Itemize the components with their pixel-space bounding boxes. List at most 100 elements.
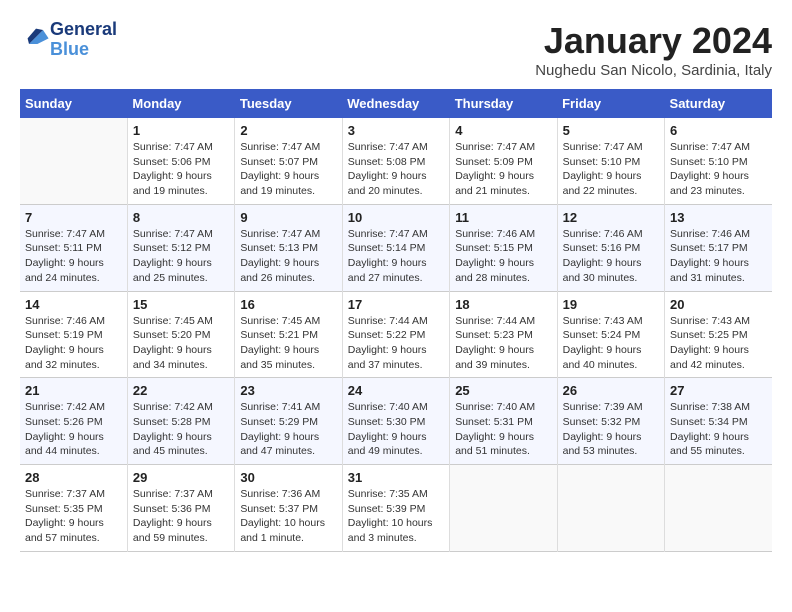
day-info: Sunrise: 7:47 AM Sunset: 5:10 PM Dayligh… <box>670 140 767 199</box>
day-number: 5 <box>563 123 659 138</box>
day-number: 18 <box>455 297 551 312</box>
day-info: Sunrise: 7:45 AM Sunset: 5:20 PM Dayligh… <box>133 314 229 373</box>
calendar-cell: 11 Sunrise: 7:46 AM Sunset: 5:15 PM Dayli… <box>450 204 557 291</box>
calendar-cell: 28 Sunrise: 7:37 AM Sunset: 5:35 PM Dayli… <box>20 465 127 552</box>
calendar-cell: 13 Sunrise: 7:46 AM Sunset: 5:17 PM Dayli… <box>665 204 772 291</box>
calendar-week-row: 1 Sunrise: 7:47 AM Sunset: 5:06 PM Daylig… <box>20 118 772 204</box>
logo: General Blue <box>20 20 117 60</box>
day-number: 2 <box>240 123 336 138</box>
day-info: Sunrise: 7:43 AM Sunset: 5:24 PM Dayligh… <box>563 314 659 373</box>
calendar-header-row: SundayMondayTuesdayWednesdayThursdayFrid… <box>20 89 772 118</box>
day-number: 9 <box>240 210 336 225</box>
day-info: Sunrise: 7:46 AM Sunset: 5:17 PM Dayligh… <box>670 227 767 286</box>
day-number: 27 <box>670 383 767 398</box>
day-info: Sunrise: 7:47 AM Sunset: 5:08 PM Dayligh… <box>348 140 444 199</box>
calendar-cell: 4 Sunrise: 7:47 AM Sunset: 5:09 PM Daylig… <box>450 118 557 204</box>
calendar-cell: 8Sunrise: 7:47 AM Sunset: 5:12 PM Daylig… <box>127 204 234 291</box>
day-number: 19 <box>563 297 659 312</box>
day-number: 22 <box>133 383 229 398</box>
calendar-cell: 30Sunrise: 7:36 AM Sunset: 5:37 PM Dayli… <box>235 465 342 552</box>
calendar-cell: 25 Sunrise: 7:40 AM Sunset: 5:31 PM Dayli… <box>450 378 557 465</box>
calendar-cell: 2 Sunrise: 7:47 AM Sunset: 5:07 PM Daylig… <box>235 118 342 204</box>
calendar-cell: 16Sunrise: 7:45 AM Sunset: 5:21 PM Dayli… <box>235 291 342 378</box>
day-info: Sunrise: 7:46 AM Sunset: 5:19 PM Dayligh… <box>25 314 122 373</box>
day-info: Sunrise: 7:40 AM Sunset: 5:30 PM Dayligh… <box>348 400 444 459</box>
calendar-week-row: 28 Sunrise: 7:37 AM Sunset: 5:35 PM Dayli… <box>20 465 772 552</box>
day-info: Sunrise: 7:42 AM Sunset: 5:28 PM Dayligh… <box>133 400 229 459</box>
day-number: 23 <box>240 383 336 398</box>
page-header: General Blue January 2024 Nughedu San Ni… <box>20 20 772 79</box>
day-info: Sunrise: 7:44 AM Sunset: 5:22 PM Dayligh… <box>348 314 444 373</box>
day-number: 31 <box>348 470 444 485</box>
day-number: 29 <box>133 470 229 485</box>
calendar-cell: 5 Sunrise: 7:47 AM Sunset: 5:10 PM Daylig… <box>557 118 664 204</box>
calendar-cell: 6 Sunrise: 7:47 AM Sunset: 5:10 PM Daylig… <box>665 118 772 204</box>
calendar-cell: 23 Sunrise: 7:41 AM Sunset: 5:29 PM Dayli… <box>235 378 342 465</box>
day-info: Sunrise: 7:46 AM Sunset: 5:16 PM Dayligh… <box>563 227 659 286</box>
logo-line1: General <box>50 20 117 40</box>
day-info: Sunrise: 7:47 AM Sunset: 5:07 PM Dayligh… <box>240 140 336 199</box>
day-info: Sunrise: 7:47 AM Sunset: 5:14 PM Dayligh… <box>348 227 444 286</box>
day-number: 3 <box>348 123 444 138</box>
day-info: Sunrise: 7:47 AM Sunset: 5:09 PM Dayligh… <box>455 140 551 199</box>
calendar-cell: 17 Sunrise: 7:44 AM Sunset: 5:22 PM Dayli… <box>342 291 449 378</box>
day-number: 7 <box>25 210 122 225</box>
day-info: Sunrise: 7:37 AM Sunset: 5:35 PM Dayligh… <box>25 487 122 546</box>
calendar-cell: 1 Sunrise: 7:47 AM Sunset: 5:06 PM Daylig… <box>127 118 234 204</box>
calendar-cell: 18 Sunrise: 7:44 AM Sunset: 5:23 PM Dayli… <box>450 291 557 378</box>
day-number: 10 <box>348 210 444 225</box>
day-info: Sunrise: 7:45 AM Sunset: 5:21 PM Dayligh… <box>240 314 336 373</box>
title-area: January 2024 Nughedu San Nicolo, Sardini… <box>535 20 772 79</box>
day-info: Sunrise: 7:47 AM Sunset: 5:13 PM Dayligh… <box>240 227 336 286</box>
day-info: Sunrise: 7:35 AM Sunset: 5:39 PM Dayligh… <box>348 487 444 546</box>
calendar-cell <box>20 118 127 204</box>
weekday-header: Monday <box>127 89 234 118</box>
day-info: Sunrise: 7:41 AM Sunset: 5:29 PM Dayligh… <box>240 400 336 459</box>
day-number: 28 <box>25 470 122 485</box>
day-number: 24 <box>348 383 444 398</box>
day-info: Sunrise: 7:38 AM Sunset: 5:34 PM Dayligh… <box>670 400 767 459</box>
calendar-cell: 10 Sunrise: 7:47 AM Sunset: 5:14 PM Dayli… <box>342 204 449 291</box>
logo-line2: Blue <box>50 40 117 60</box>
calendar-week-row: 14Sunrise: 7:46 AM Sunset: 5:19 PM Dayli… <box>20 291 772 378</box>
day-info: Sunrise: 7:37 AM Sunset: 5:36 PM Dayligh… <box>133 487 229 546</box>
calendar-body: 1 Sunrise: 7:47 AM Sunset: 5:06 PM Daylig… <box>20 118 772 551</box>
day-number: 11 <box>455 210 551 225</box>
day-info: Sunrise: 7:46 AM Sunset: 5:15 PM Dayligh… <box>455 227 551 286</box>
day-info: Sunrise: 7:44 AM Sunset: 5:23 PM Dayligh… <box>455 314 551 373</box>
day-number: 17 <box>348 297 444 312</box>
day-info: Sunrise: 7:39 AM Sunset: 5:32 PM Dayligh… <box>563 400 659 459</box>
calendar-cell: 12 Sunrise: 7:46 AM Sunset: 5:16 PM Dayli… <box>557 204 664 291</box>
weekday-header: Wednesday <box>342 89 449 118</box>
calendar-cell: 22 Sunrise: 7:42 AM Sunset: 5:28 PM Dayli… <box>127 378 234 465</box>
day-number: 1 <box>133 123 229 138</box>
day-info: Sunrise: 7:42 AM Sunset: 5:26 PM Dayligh… <box>25 400 122 459</box>
calendar-cell: 3 Sunrise: 7:47 AM Sunset: 5:08 PM Daylig… <box>342 118 449 204</box>
day-number: 30 <box>240 470 336 485</box>
day-number: 13 <box>670 210 767 225</box>
day-number: 12 <box>563 210 659 225</box>
calendar-cell: 24 Sunrise: 7:40 AM Sunset: 5:30 PM Dayli… <box>342 378 449 465</box>
day-number: 4 <box>455 123 551 138</box>
calendar-cell: 9 Sunrise: 7:47 AM Sunset: 5:13 PM Daylig… <box>235 204 342 291</box>
calendar-title: January 2024 <box>535 20 772 62</box>
day-number: 20 <box>670 297 767 312</box>
calendar-cell: 20Sunrise: 7:43 AM Sunset: 5:25 PM Dayli… <box>665 291 772 378</box>
calendar-cell: 7 Sunrise: 7:47 AM Sunset: 5:11 PM Daylig… <box>20 204 127 291</box>
day-number: 6 <box>670 123 767 138</box>
day-info: Sunrise: 7:47 AM Sunset: 5:10 PM Dayligh… <box>563 140 659 199</box>
calendar-cell: 21Sunrise: 7:42 AM Sunset: 5:26 PM Dayli… <box>20 378 127 465</box>
day-info: Sunrise: 7:47 AM Sunset: 5:11 PM Dayligh… <box>25 227 122 286</box>
day-number: 26 <box>563 383 659 398</box>
day-info: Sunrise: 7:40 AM Sunset: 5:31 PM Dayligh… <box>455 400 551 459</box>
day-number: 15 <box>133 297 229 312</box>
calendar-cell: 31 Sunrise: 7:35 AM Sunset: 5:39 PM Dayli… <box>342 465 449 552</box>
calendar-table: SundayMondayTuesdayWednesdayThursdayFrid… <box>20 89 772 552</box>
calendar-cell <box>557 465 664 552</box>
calendar-cell: 29 Sunrise: 7:37 AM Sunset: 5:36 PM Dayli… <box>127 465 234 552</box>
day-info: Sunrise: 7:47 AM Sunset: 5:06 PM Dayligh… <box>133 140 229 199</box>
calendar-subtitle: Nughedu San Nicolo, Sardinia, Italy <box>535 62 772 79</box>
calendar-week-row: 7 Sunrise: 7:47 AM Sunset: 5:11 PM Daylig… <box>20 204 772 291</box>
weekday-header: Friday <box>557 89 664 118</box>
day-number: 25 <box>455 383 551 398</box>
